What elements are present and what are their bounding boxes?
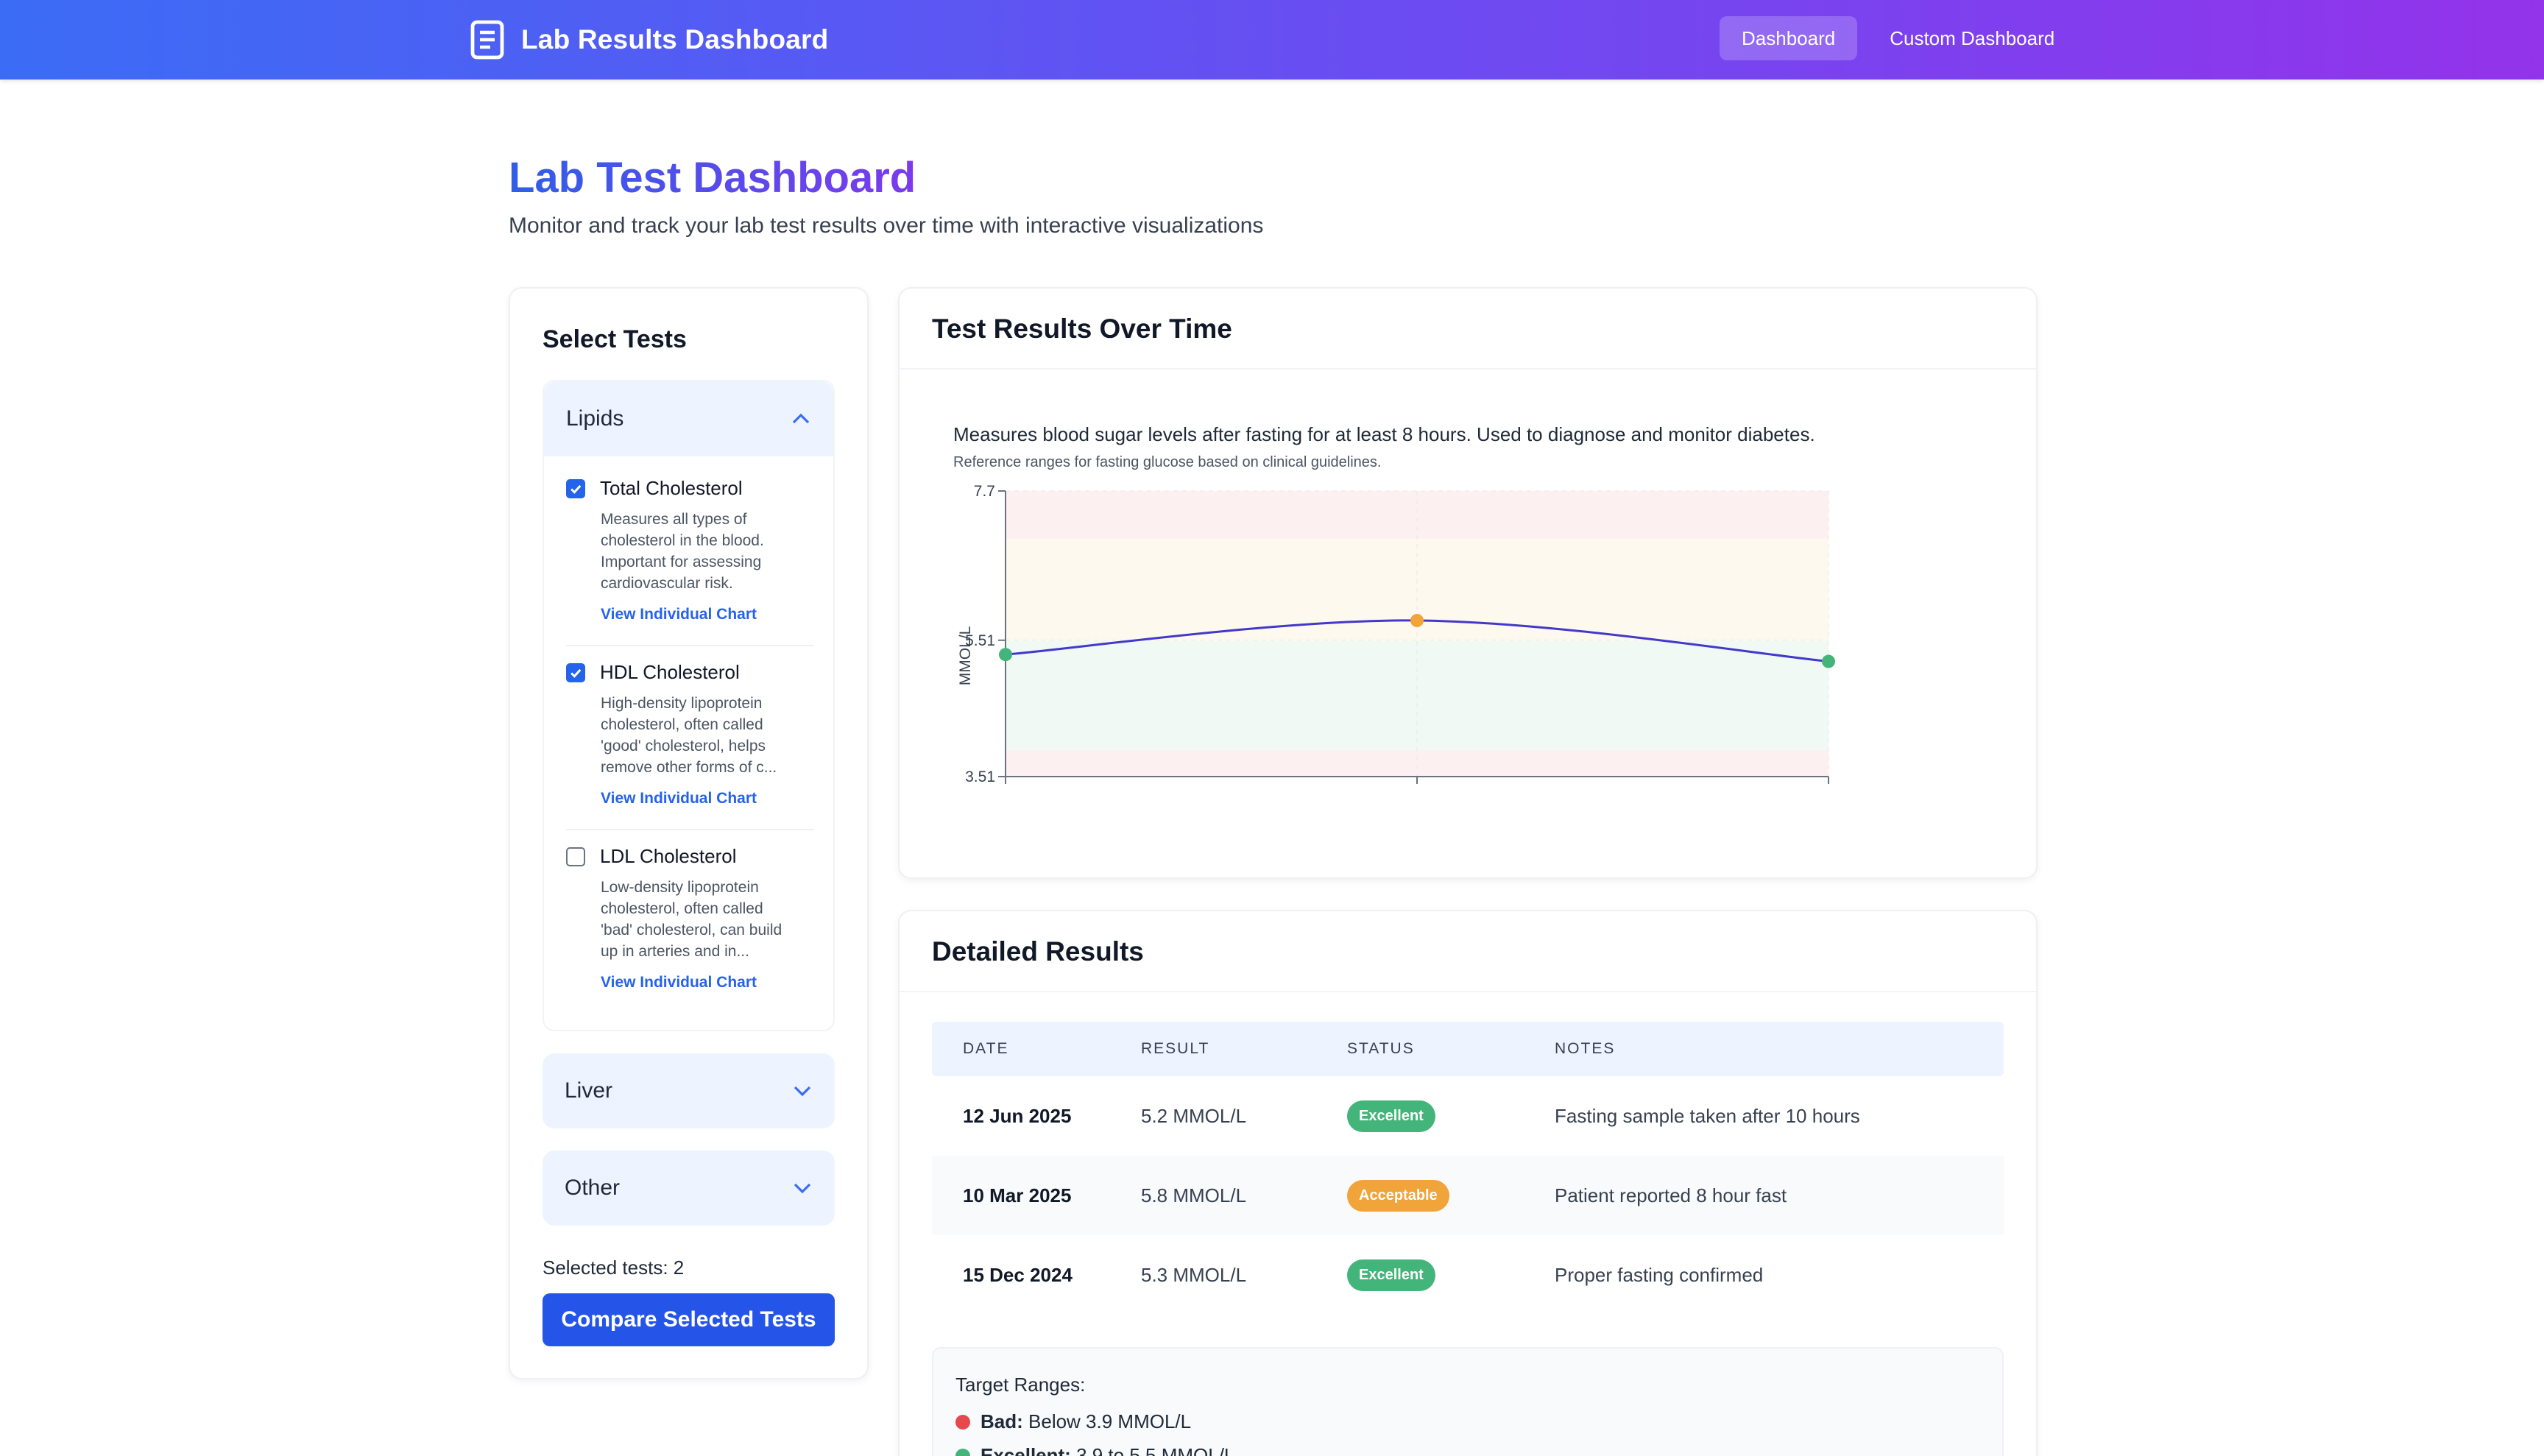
cell-status: Excellent bbox=[1347, 1100, 1555, 1132]
test-results-chart-card: Test Results Over Time Measures blood su… bbox=[898, 287, 2038, 879]
results-table: DATE RESULT STATUS NOTES 12 Jun 2025 5.2… bbox=[932, 1022, 2004, 1315]
chevron-down-icon bbox=[794, 1086, 811, 1097]
category-other: Other bbox=[543, 1151, 835, 1226]
status-dot-icon bbox=[955, 1414, 970, 1430]
data-point bbox=[999, 648, 1012, 662]
view-individual-chart-link[interactable]: View Individual Chart bbox=[601, 790, 816, 807]
category-label: Liver bbox=[565, 1078, 613, 1103]
category-label: Lipids bbox=[566, 406, 624, 431]
y-tick-label: 7.7 bbox=[974, 483, 995, 500]
test-name: HDL Cholesterol bbox=[600, 661, 740, 683]
test-item-total-cholesterol: Total Cholesterol Measures all types of … bbox=[566, 477, 816, 623]
divider bbox=[566, 829, 814, 830]
page-subtitle: Monitor and track your lab test results … bbox=[509, 213, 1264, 238]
test-description: Low-density lipoprotein cholesterol, oft… bbox=[601, 879, 782, 960]
page-title: Lab Test Dashboard bbox=[509, 147, 916, 209]
chart-note: Reference ranges for fasting glucose bas… bbox=[953, 454, 1382, 470]
divider bbox=[566, 645, 814, 646]
data-point bbox=[1822, 654, 1835, 668]
category-liver: Liver bbox=[543, 1053, 835, 1128]
card-header: Test Results Over Time bbox=[900, 289, 2036, 370]
top-navbar: Lab Results Dashboard Dashboard Custom D… bbox=[0, 0, 2544, 79]
card-header: Detailed Results bbox=[900, 911, 2036, 992]
cell-notes: Fasting sample taken after 10 hours bbox=[1555, 1104, 1860, 1127]
view-individual-chart-link[interactable]: View Individual Chart bbox=[601, 974, 816, 992]
chevron-up-icon bbox=[792, 413, 810, 424]
column-header-date: DATE bbox=[963, 1040, 1009, 1057]
reference-band bbox=[1006, 491, 1829, 539]
category-lipids-header[interactable]: Lipids bbox=[544, 381, 833, 456]
category-liver-header[interactable]: Liver bbox=[543, 1053, 835, 1128]
test-selector-panel: Select Tests Lipids Total Cholesterol Me… bbox=[509, 287, 869, 1379]
chevron-down-icon bbox=[794, 1183, 811, 1194]
cell-notes: Patient reported 8 hour fast bbox=[1555, 1184, 1787, 1206]
y-tick-label: 3.51 bbox=[965, 768, 995, 785]
document-icon bbox=[470, 20, 504, 60]
category-other-header[interactable]: Other bbox=[543, 1151, 835, 1226]
cell-date: 12 Jun 2025 bbox=[963, 1104, 1072, 1127]
results-card-title: Detailed Results bbox=[932, 936, 1144, 966]
data-point bbox=[1410, 613, 1424, 627]
test-checkbox-total-cholesterol[interactable] bbox=[566, 478, 585, 498]
compare-selected-tests-button[interactable]: Compare Selected Tests bbox=[543, 1293, 835, 1346]
top-nav: Dashboard Custom Dashboard bbox=[1720, 16, 2077, 60]
reference-band bbox=[1006, 749, 1829, 777]
chart-description: Measures blood sugar levels after fastin… bbox=[953, 423, 1815, 445]
cell-status: Acceptable bbox=[1347, 1179, 1555, 1212]
checkmark-icon bbox=[570, 668, 582, 678]
status-badge: Acceptable bbox=[1347, 1179, 1449, 1212]
status-badge: Excellent bbox=[1347, 1100, 1435, 1132]
test-item-hdl-cholesterol: HDL Cholesterol High-density lipoprotein… bbox=[566, 661, 816, 807]
test-item-ldl-cholesterol: LDL Cholesterol Low-density lipoprotein … bbox=[566, 845, 816, 992]
app-title: Lab Results Dashboard bbox=[521, 24, 829, 54]
range-item-bad: Bad: Below 3.9 MMOL/L bbox=[955, 1410, 1191, 1433]
test-description: Measures all types of cholesterol in the… bbox=[601, 511, 764, 592]
cell-result: 5.8 MMOL/L bbox=[1141, 1184, 1247, 1206]
checkmark-icon bbox=[570, 484, 582, 494]
cell-result: 5.3 MMOL/L bbox=[1141, 1263, 1247, 1286]
test-checkbox-ldl-cholesterol[interactable] bbox=[566, 847, 585, 866]
category-lipids: Lipids Total Cholesterol Measures all ty… bbox=[543, 380, 835, 1031]
status-badge: Excellent bbox=[1347, 1259, 1435, 1291]
chart-card-title: Test Results Over Time bbox=[932, 314, 1232, 344]
y-axis-label: MMOL/L bbox=[957, 626, 974, 686]
cell-result: 5.2 MMOL/L bbox=[1141, 1104, 1247, 1127]
line-chart: 7.75.513.51Dec 2024Mar 2025Jun 2025MMOL/… bbox=[957, 483, 1835, 785]
test-description: High-density lipoprotein cholesterol, of… bbox=[601, 695, 777, 776]
brand[interactable]: Lab Results Dashboard bbox=[468, 19, 828, 60]
column-header-notes: NOTES bbox=[1555, 1040, 1616, 1057]
sidebar-title: Select Tests bbox=[543, 325, 687, 353]
nav-custom-dashboard[interactable]: Custom Dashboard bbox=[1868, 16, 2077, 60]
page: Lab Results Dashboard Dashboard Custom D… bbox=[0, 0, 2544, 1456]
table-header: DATE RESULT STATUS NOTES bbox=[932, 1022, 2004, 1076]
status-dot-icon bbox=[955, 1448, 970, 1456]
table-row: 15 Dec 2024 5.3 MMOL/L Excellent Proper … bbox=[932, 1235, 2004, 1315]
table-row: 10 Mar 2025 5.8 MMOL/L Acceptable Patien… bbox=[932, 1156, 2004, 1235]
test-name: LDL Cholesterol bbox=[600, 845, 737, 867]
cell-date: 10 Mar 2025 bbox=[963, 1184, 1072, 1206]
test-name: Total Cholesterol bbox=[600, 477, 743, 499]
cell-date: 15 Dec 2024 bbox=[963, 1263, 1073, 1286]
target-ranges: Target Ranges: Bad: Below 3.9 MMOL/L Exc… bbox=[932, 1347, 2004, 1456]
table-row: 12 Jun 2025 5.2 MMOL/L Excellent Fasting… bbox=[932, 1076, 2004, 1156]
selected-tests-count: Selected tests: 2 bbox=[543, 1257, 685, 1279]
target-ranges-title: Target Ranges: bbox=[955, 1374, 1086, 1396]
test-checkbox-hdl-cholesterol[interactable] bbox=[566, 662, 585, 682]
column-header-result: RESULT bbox=[1141, 1040, 1210, 1057]
nav-dashboard[interactable]: Dashboard bbox=[1720, 16, 1858, 60]
column-header-status: STATUS bbox=[1347, 1040, 1415, 1057]
cell-notes: Proper fasting confirmed bbox=[1555, 1263, 1764, 1286]
detailed-results-card: Detailed Results DATE RESULT STATUS NOTE… bbox=[898, 910, 2038, 1456]
cell-status: Excellent bbox=[1347, 1259, 1555, 1291]
category-label: Other bbox=[565, 1176, 621, 1200]
view-individual-chart-link[interactable]: View Individual Chart bbox=[601, 606, 816, 623]
range-item-excellent: Excellent: 3.9 to 5.5 MMOL/L bbox=[955, 1444, 1234, 1456]
